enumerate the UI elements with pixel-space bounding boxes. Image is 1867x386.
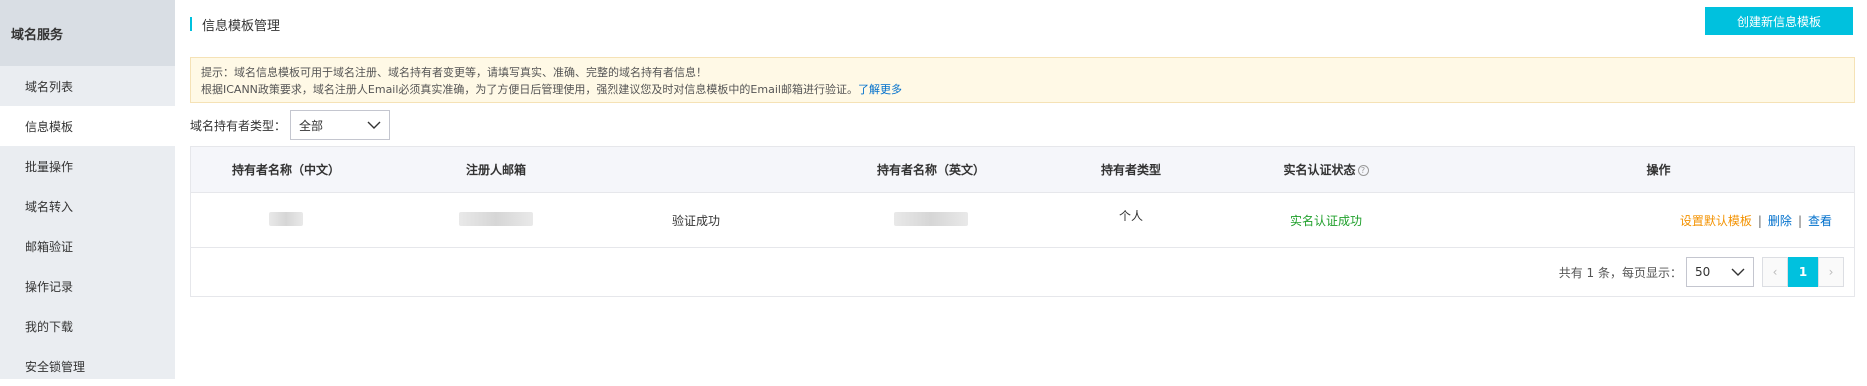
page-title: 信息模板管理 — [202, 18, 281, 34]
op-separator: | — [1757, 213, 1762, 228]
sidebar: 域名服务 域名列表 信息模板 批量操作 域名转入 邮箱验证 操作记录 我的下载 … — [0, 0, 175, 379]
op-separator: | — [1797, 213, 1802, 228]
cell-ops: 设置默认模板 | 删除 | 查看 — [1471, 212, 1846, 229]
template-table: 持有者名称（中文） 注册人邮箱 持有者名称（英文） 持有者类型 实名认证状态? … — [190, 146, 1855, 297]
sidebar-item-label: 邮箱验证 — [25, 239, 74, 254]
sidebar-header: 域名服务 — [0, 0, 175, 66]
chevron-down-icon — [367, 121, 381, 129]
notice-line-1: 提示：域名信息模板可用于域名注册、域名持有者变更等，请填写真实、准确、完整的域名… — [201, 66, 707, 79]
page-title-bar: 信息模板管理 — [190, 14, 280, 34]
redacted-email — [459, 211, 533, 226]
sidebar-item-label: 操作记录 — [25, 279, 74, 294]
redacted-name-en — [894, 211, 968, 226]
sidebar-item-label: 域名转入 — [25, 199, 74, 214]
sidebar-list: 域名列表 信息模板 批量操作 域名转入 邮箱验证 操作记录 我的下载 安全锁管理 — [0, 66, 175, 386]
current-page-button[interactable]: 1 — [1788, 257, 1818, 287]
sidebar-item-label: 安全锁管理 — [25, 359, 86, 374]
sidebar-item-op-log[interactable]: 操作记录 — [0, 266, 175, 306]
holder-type-select[interactable]: 全部 — [290, 110, 391, 140]
page-size-select[interactable]: 50 — [1686, 257, 1754, 287]
sidebar-item-label: 域名列表 — [25, 79, 74, 94]
page-size-value: 50 — [1695, 265, 1711, 279]
sidebar-item-domain-transfer[interactable]: 域名转入 — [0, 186, 175, 226]
col-header-email: 注册人邮箱 — [465, 163, 526, 177]
col-header-name-en: 持有者名称（英文） — [876, 163, 985, 177]
col-header-type: 持有者类型 — [1100, 163, 1161, 177]
pagination: 共有 1 条，每页显示： 50 ‹ 1 › — [1559, 257, 1844, 287]
holder-type-value: 全部 — [299, 118, 324, 133]
learn-more-link[interactable]: 了解更多 — [858, 83, 902, 96]
sidebar-item-info-template[interactable]: 信息模板 — [0, 106, 175, 146]
sidebar-item-batch-ops[interactable]: 批量操作 — [0, 146, 175, 186]
pager-summary: 共有 1 条，每页显示： — [1558, 265, 1682, 280]
table-row: 验证成功 个人 实名认证成功 设置默认模板 | 删除 | 查看 — [191, 193, 1854, 248]
next-page-button[interactable]: › — [1818, 257, 1844, 287]
create-template-button[interactable]: 创建新信息模板 — [1705, 7, 1853, 35]
sidebar-item-email-verify[interactable]: 邮箱验证 — [0, 226, 175, 266]
col-header-realname: 实名认证状态? — [1181, 161, 1471, 178]
set-default-template-link[interactable]: 设置默认模板 — [1680, 214, 1752, 228]
prev-page-button[interactable]: ‹ — [1762, 257, 1788, 287]
sidebar-item-downloads[interactable]: 我的下载 — [0, 306, 175, 346]
sidebar-item-label: 批量操作 — [25, 159, 74, 174]
cell-email — [381, 211, 611, 229]
sidebar-item-label: 我的下载 — [25, 319, 74, 334]
sidebar-item-label: 信息模板 — [25, 119, 74, 134]
table-header: 持有者名称（中文） 注册人邮箱 持有者名称（英文） 持有者类型 实名认证状态? … — [191, 147, 1854, 193]
col-header-ops: 操作 — [1646, 163, 1671, 177]
notice-line-2: 根据ICANN政策要求，域名注册人Email必须真实准确，为了方便日后管理使用，… — [201, 81, 1844, 98]
cell-realname-status: 实名认证成功 — [1289, 213, 1362, 228]
main-content: 信息模板管理 创建新信息模板 提示：域名信息模板可用于域名注册、域名持有者变更等… — [190, 0, 1855, 379]
redacted-name-cn — [269, 211, 303, 226]
col-header-realname-label: 实名认证状态 — [1283, 163, 1356, 177]
col-header-name-cn: 持有者名称（中文） — [231, 163, 340, 177]
filter-row: 域名持有者类型： 全部 — [190, 110, 391, 140]
holder-type-label: 域名持有者类型： — [190, 118, 287, 133]
cell-name-en — [781, 211, 1081, 229]
view-link[interactable]: 查看 — [1808, 214, 1832, 228]
delete-link[interactable]: 删除 — [1768, 214, 1792, 228]
sidebar-item-domain-list[interactable]: 域名列表 — [0, 66, 175, 106]
title-accent-mark — [190, 17, 192, 31]
cell-type: 个人 — [1118, 208, 1143, 223]
sidebar-item-security-lock[interactable]: 安全锁管理 — [0, 346, 175, 386]
notice-line-2-text: 根据ICANN政策要求，域名注册人Email必须真实准确，为了方便日后管理使用，… — [201, 83, 858, 96]
cell-email-status: 验证成功 — [671, 213, 720, 228]
notice-banner: 提示：域名信息模板可用于域名注册、域名持有者变更等，请填写真实、准确、完整的域名… — [190, 57, 1855, 103]
help-icon[interactable]: ? — [1357, 165, 1369, 176]
cell-name-cn — [191, 211, 381, 229]
chevron-down-icon — [1731, 268, 1745, 276]
